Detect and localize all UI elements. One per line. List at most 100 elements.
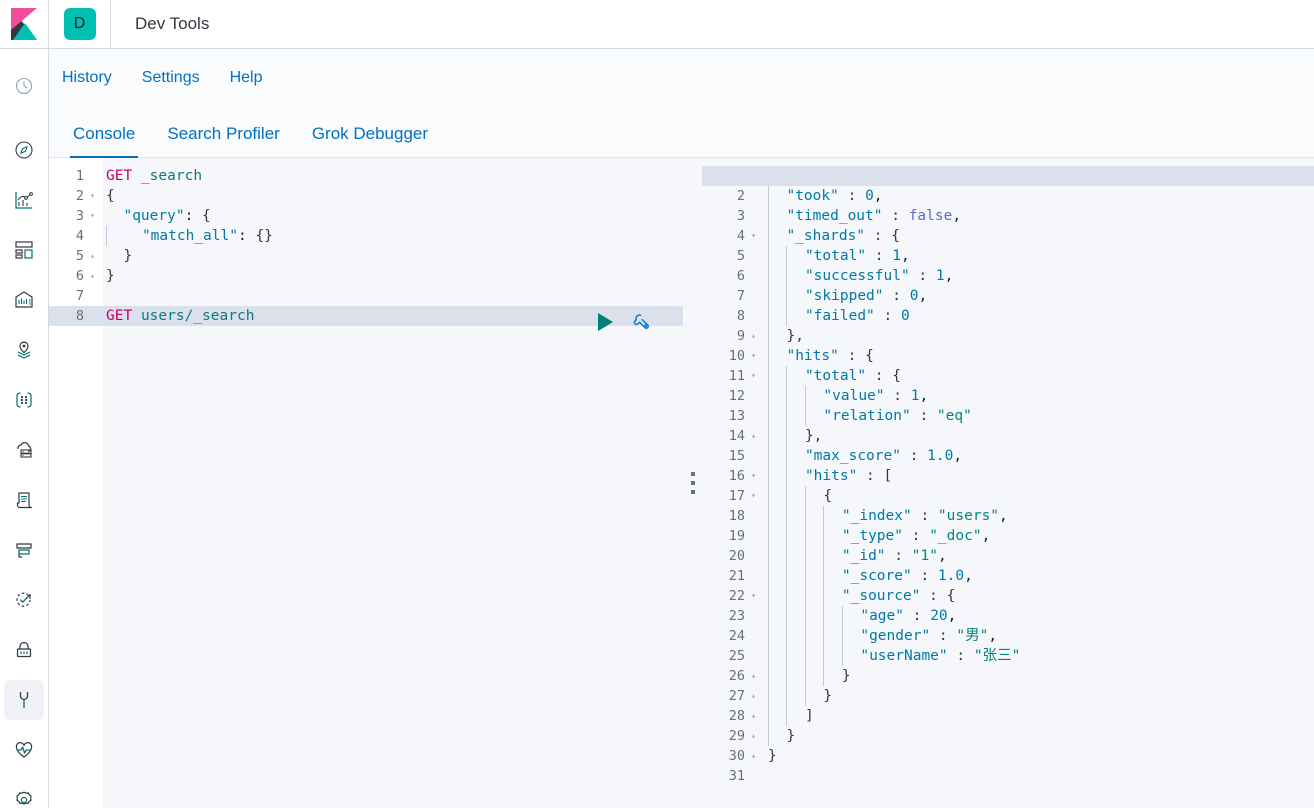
line-number: 3▾ [49, 206, 103, 226]
tab-search-profiler[interactable]: Search Profiler [151, 124, 295, 157]
sidebar-item-monitoring[interactable] [4, 730, 44, 770]
sidebar-item-uptime[interactable] [4, 580, 44, 620]
line-number: 8▾ [49, 306, 103, 326]
line-number: 8▾ [736, 308, 745, 324]
request-editor-pane[interactable]: 1▾ 2▾3▾ 4▾ 5▴6▴ 7▾ 8▾ GET _search { "query": {… [49, 158, 683, 808]
request-editor-gutter[interactable]: 1▾ 2▾3▾ 4▾ 5▴6▴ 7▾ 8▾ [49, 158, 103, 808]
token-key: "max_score" [804, 448, 901, 464]
token-brace: { [768, 168, 777, 184]
line-number: 4▾ [75, 228, 84, 244]
line-number: 27 ▴ [702, 686, 764, 706]
sidebar-item-canvas[interactable] [4, 280, 44, 320]
token-num: 1.0 [927, 448, 954, 464]
fold-down-icon[interactable]: ▾ [747, 366, 760, 386]
sidebar-item-maps[interactable] [4, 330, 44, 370]
response-editor-code[interactable]: { "took" : 0, "timed_out" : false, "_sha… [764, 158, 1314, 808]
response-pane[interactable]: 1▾2▾3▾4▾5▾6▾7▾8▾9▴10▾11▾12▾13▾14▴15▾16▾1… [702, 158, 1314, 808]
menu-item-help[interactable]: Help [230, 69, 263, 87]
kibana-home-button[interactable] [0, 0, 49, 48]
sidebar-item-infrastructure[interactable] [4, 430, 44, 470]
fold-down-icon[interactable]: ▾ [747, 586, 760, 606]
code-line: GET _search [103, 166, 683, 186]
fold-down-icon[interactable]: ▾ [747, 486, 760, 506]
token-punc: , [964, 568, 973, 584]
sidebar-item-dashboard[interactable] [4, 230, 44, 270]
fold-up-icon[interactable]: ▴ [747, 746, 760, 766]
fold-up-icon[interactable]: ▴ [747, 326, 760, 346]
fold-up-icon[interactable]: ▴ [747, 706, 760, 726]
sidebar-item-siem[interactable] [4, 630, 44, 670]
primary-nav-rail [0, 49, 49, 808]
fold-down-icon[interactable]: ▾ [747, 346, 760, 366]
request-editor[interactable]: 1▾ 2▾3▾ 4▾ 5▴6▴ 7▾ 8▾ GET _search { "query": {… [49, 158, 683, 808]
fold-up-icon[interactable]: ▴ [747, 726, 760, 746]
sidebar-item-recent[interactable] [4, 66, 44, 106]
request-editor-code[interactable]: GET _search{ "query": { "match_all": {} … [103, 158, 683, 808]
tab-grok-debugger[interactable]: Grok Debugger [296, 124, 444, 157]
code-line: "_source" : { [764, 586, 1314, 606]
response-editor[interactable]: 1▾2▾3▾4▾5▾6▾7▾8▾9▴10▾11▾12▾13▾14▴15▾16▾1… [702, 158, 1314, 808]
token-plain: : [900, 448, 928, 464]
sidebar-item-logs[interactable] [4, 480, 44, 520]
token-brace: { [823, 488, 833, 504]
sidebar-item-management[interactable] [4, 780, 44, 808]
token-method: GET [106, 308, 133, 324]
sidebar-item-visualize[interactable] [4, 180, 44, 220]
sidebar-item-apm[interactable] [4, 530, 44, 570]
token-plain: : [904, 608, 931, 624]
menu-item-settings[interactable]: Settings [142, 69, 200, 87]
fold-down-icon[interactable]: ▾ [86, 206, 99, 226]
fold-up-icon[interactable]: ▴ [747, 686, 760, 706]
token-key: "hits" [804, 468, 858, 484]
line-number: 25▾ [728, 648, 745, 664]
line-number: 4▾ [702, 226, 764, 246]
kibana-logo [9, 8, 37, 40]
token-brace: [ [883, 468, 893, 484]
sidebar-item-machine-learning[interactable] [4, 380, 44, 420]
sidebar-item-discover[interactable] [4, 130, 44, 170]
token-brace: } [841, 668, 851, 684]
line-number: 29 ▴ [702, 726, 764, 746]
fold-down-icon[interactable]: ▾ [747, 166, 760, 186]
run-request-button[interactable] [598, 313, 613, 331]
code-line: "_type" : "_doc", [764, 526, 1314, 546]
wrench-icon[interactable] [631, 311, 653, 333]
token-str: "男" [956, 628, 989, 644]
fold-up-icon[interactable]: ▴ [86, 246, 99, 266]
menu-item-history[interactable]: History [62, 69, 112, 87]
sidebar-item-dev-tools[interactable] [4, 680, 44, 720]
response-editor-gutter[interactable]: 1▾2▾3▾4▾5▾6▾7▾8▾9▴10▾11▾12▾13▾14▴15▾16▾1… [702, 158, 764, 808]
token-key: "_index" [841, 508, 912, 524]
fold-up-icon[interactable]: ▴ [747, 426, 760, 446]
fold-up-icon[interactable]: ▴ [747, 666, 760, 686]
fold-down-icon[interactable]: ▾ [747, 466, 760, 486]
pane-splitter[interactable] [683, 158, 703, 808]
token-brace: { [892, 368, 901, 384]
token-key: "_id" [841, 548, 886, 564]
fold-up-icon[interactable]: ▴ [86, 266, 99, 286]
token-key: "failed" [804, 308, 875, 324]
fold-down-icon[interactable]: ▾ [747, 226, 760, 246]
token-punc: , [918, 288, 928, 304]
fold-down-icon[interactable]: ▾ [86, 186, 99, 206]
token-key: "hits" [786, 348, 839, 364]
token-key: "_source" [841, 588, 921, 604]
token-num: 1.0 [937, 568, 965, 584]
token-punc: , [919, 388, 929, 404]
tab-console[interactable]: Console [57, 124, 151, 158]
token-num: 0 [900, 308, 910, 324]
siem-icon [16, 641, 32, 658]
